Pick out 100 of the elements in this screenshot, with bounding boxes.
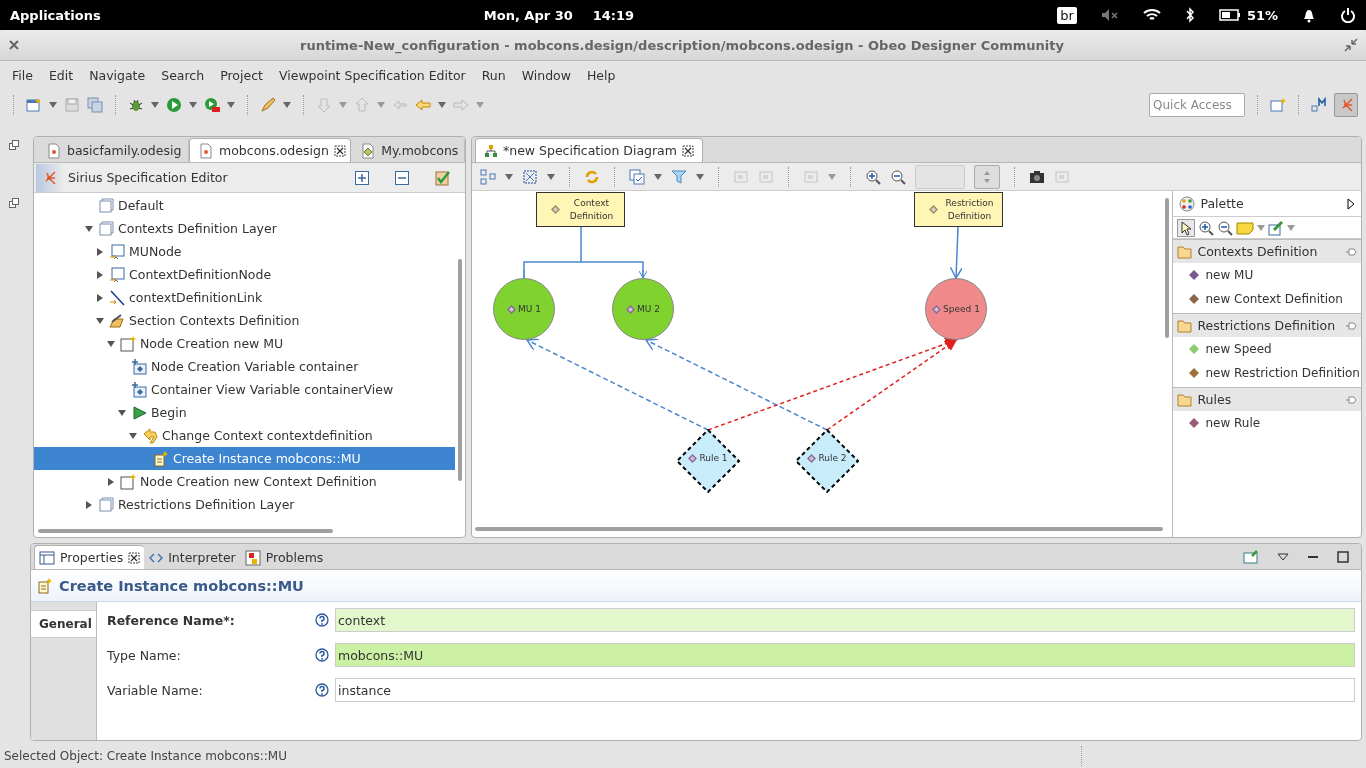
menu-item[interactable]: Navigate bbox=[81, 65, 154, 85]
zoom-spinner[interactable] bbox=[974, 164, 1000, 189]
muted-speaker-icon[interactable] bbox=[1100, 8, 1119, 22]
validate-icon[interactable] bbox=[435, 169, 451, 186]
close-tab-icon[interactable] bbox=[333, 144, 346, 157]
tool-diamond-icon[interactable] bbox=[1189, 294, 1200, 304]
expand-toggle-icon[interactable] bbox=[128, 431, 137, 440]
zoom-out-icon[interactable] bbox=[1217, 219, 1234, 236]
diagram-canvas[interactable]: Context Definition Restriction Definition MU 1 MU 2 Speed 1 Rule 1 Rule 2 bbox=[472, 191, 1174, 537]
help-icon[interactable] bbox=[315, 648, 329, 662]
collapse-all-icon[interactable] bbox=[395, 170, 409, 185]
tool-diamond-icon[interactable] bbox=[1189, 270, 1200, 280]
editor-tab[interactable]: basicfamily.odesig bbox=[37, 138, 189, 162]
diamond-node[interactable] bbox=[676, 429, 740, 493]
circle-node[interactable]: MU 1 bbox=[493, 278, 555, 340]
menu-item[interactable]: Window bbox=[513, 65, 579, 85]
menu-item[interactable]: Help bbox=[578, 65, 624, 85]
scrollbar[interactable] bbox=[1165, 198, 1170, 338]
caret-icon[interactable] bbox=[49, 102, 57, 108]
tree-item[interactable]: Contexts Definition Layer bbox=[34, 217, 455, 240]
odesign-file-icon[interactable] bbox=[46, 142, 62, 159]
tree-item[interactable]: Section Contexts Definition bbox=[34, 309, 455, 332]
zoom-in-icon[interactable] bbox=[865, 168, 881, 185]
caret-icon[interactable] bbox=[1287, 224, 1296, 231]
note-node[interactable]: Context Definition bbox=[536, 192, 625, 227]
zoom-out-icon[interactable] bbox=[890, 168, 906, 185]
view-tab[interactable]: Properties bbox=[34, 545, 145, 569]
power-icon[interactable] bbox=[1340, 7, 1356, 23]
diamond-node[interactable] bbox=[795, 429, 859, 493]
tree-item[interactable]: Node Creation new Context Definition bbox=[34, 470, 455, 493]
note-node[interactable]: Restriction Definition bbox=[914, 192, 1003, 227]
menu-item[interactable]: File bbox=[4, 65, 41, 85]
unmaximize-icon[interactable] bbox=[1344, 38, 1358, 52]
wifi-icon[interactable] bbox=[1142, 8, 1161, 22]
close-tab-icon[interactable] bbox=[128, 551, 141, 564]
expand-toggle-icon[interactable] bbox=[84, 500, 93, 509]
expand-toggle-icon[interactable] bbox=[106, 339, 115, 348]
palette-drawer[interactable]: Restrictions Definition bbox=[1173, 313, 1361, 337]
expand-toggle-icon[interactable] bbox=[95, 316, 104, 325]
palette-tool[interactable]: new MU bbox=[1205, 268, 1254, 282]
view-menu-icon[interactable] bbox=[1277, 553, 1289, 561]
model-file-icon[interactable] bbox=[360, 142, 377, 159]
palette-tool[interactable]: new Context Definition bbox=[1205, 292, 1343, 306]
caret-icon[interactable] bbox=[1257, 224, 1266, 231]
caret-icon[interactable] bbox=[696, 173, 704, 180]
tree-item[interactable]: ContextDefinitionNode bbox=[34, 263, 455, 286]
odesign-file-icon[interactable] bbox=[198, 142, 214, 159]
expand-toggle-icon[interactable] bbox=[95, 247, 104, 256]
notification-bell-icon[interactable] bbox=[1302, 7, 1316, 23]
tree-item[interactable]: Create Instance mobcons::MU bbox=[34, 447, 455, 470]
tree-item[interactable]: Container View Variable containerView bbox=[34, 378, 455, 401]
menu-item[interactable]: Run bbox=[473, 65, 514, 85]
tree-item[interactable]: contextDefinitionLink bbox=[34, 286, 455, 309]
tree-item[interactable]: Begin bbox=[34, 401, 455, 424]
connector[interactable] bbox=[949, 226, 964, 279]
connector[interactable] bbox=[523, 226, 648, 279]
caret-icon[interactable] bbox=[438, 102, 446, 108]
text-field[interactable]: context bbox=[335, 608, 1355, 632]
menu-item[interactable]: Search bbox=[153, 65, 213, 85]
zoom-in-icon[interactable] bbox=[1198, 219, 1215, 236]
arrange-icon[interactable] bbox=[480, 168, 496, 185]
run-external-icon[interactable] bbox=[204, 97, 220, 113]
text-field[interactable]: mobcons::MU bbox=[335, 643, 1355, 667]
filter-icon[interactable] bbox=[671, 168, 687, 185]
battery-icon[interactable] bbox=[1218, 9, 1241, 21]
caret-icon[interactable] bbox=[828, 173, 836, 180]
caret-icon[interactable] bbox=[654, 173, 662, 180]
palette-drawer[interactable]: Rules bbox=[1173, 387, 1361, 411]
tree-item[interactable]: Default bbox=[34, 194, 455, 217]
expand-all-icon[interactable] bbox=[355, 170, 369, 185]
pin-view-icon[interactable] bbox=[1243, 550, 1259, 564]
editor-tab[interactable]: *new Specification Diagram bbox=[475, 138, 703, 162]
view-tab[interactable]: Interpreter bbox=[144, 545, 240, 569]
expand-toggle-icon[interactable] bbox=[95, 270, 104, 279]
bluetooth-icon[interactable] bbox=[1184, 7, 1195, 23]
palette-tool[interactable]: new Restriction Definition bbox=[1205, 366, 1360, 380]
scrollbar[interactable] bbox=[38, 529, 333, 533]
tree-item[interactable]: MUNode bbox=[34, 240, 455, 263]
expand-toggle-icon[interactable] bbox=[84, 224, 93, 233]
tree-item[interactable]: Node Creation new MU bbox=[34, 332, 455, 355]
run-icon[interactable] bbox=[166, 97, 182, 113]
caret-icon[interactable] bbox=[151, 102, 159, 108]
expand-toggle-icon[interactable] bbox=[106, 477, 115, 486]
note-tool-icon[interactable] bbox=[1236, 220, 1255, 235]
palette-drawer[interactable]: Contexts Definition bbox=[1173, 239, 1361, 263]
maximize-icon[interactable] bbox=[1337, 551, 1349, 563]
menu-item[interactable]: Viewpoint Specification Editor bbox=[270, 65, 474, 85]
circle-node[interactable]: MU 2 bbox=[612, 278, 674, 340]
caret-icon[interactable] bbox=[547, 173, 555, 180]
caret-icon[interactable] bbox=[227, 102, 235, 108]
expand-toggle-icon[interactable] bbox=[117, 408, 126, 417]
scrollbar[interactable] bbox=[475, 527, 1163, 531]
editor-tab[interactable]: mobcons.odesign bbox=[189, 138, 352, 162]
tree-item[interactable]: Node Creation Variable container bbox=[34, 355, 455, 378]
scrollbar[interactable] bbox=[458, 259, 462, 481]
pen-tool-icon[interactable] bbox=[1268, 219, 1285, 236]
layers-icon[interactable] bbox=[629, 168, 645, 185]
collapse-palette-icon[interactable] bbox=[1347, 197, 1355, 210]
palette-tool[interactable]: new Speed bbox=[1205, 342, 1272, 356]
app-badge[interactable]: br bbox=[1057, 6, 1077, 24]
